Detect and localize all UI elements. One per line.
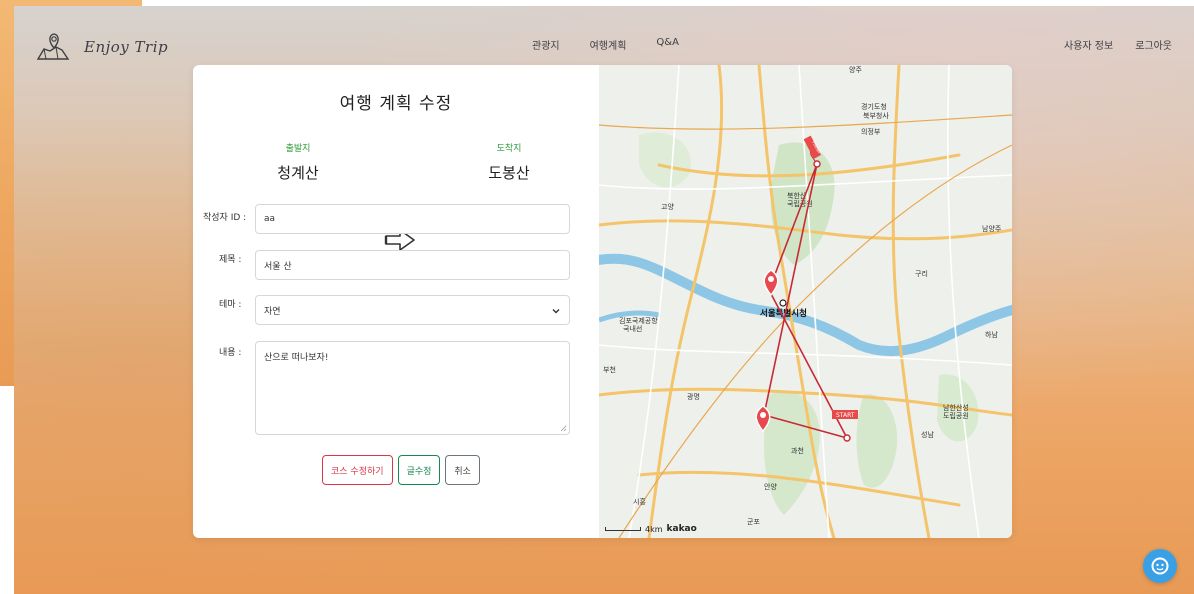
start-name: 청계산 [277,164,319,182]
plan-edit-card: 여행 계획 수정 출발지 청계산 도착지 도봉산 작성자 ID : aa 제목 … [193,65,1012,538]
map-label-yangju: 양주 [849,66,862,74]
map-pin-logo-icon [36,33,70,60]
content-value: 산으로 떠나보자! [264,353,329,363]
scale-text: 4km [645,524,663,534]
kakao-map[interactable]: 양주 경기도청 북부청사 의정부 고양 북한산 국립공원 남양주 구리 하남 김… [599,65,1012,538]
form-buttons: 코스 수정하기 글수정 취소 [193,455,599,485]
title-field[interactable]: 서울 산 [255,250,570,280]
user-nav: 사용자 정보 로그아웃 [1064,37,1172,52]
theme-value: 자연 [264,306,281,317]
kakao-logo: kakao [666,524,697,534]
start-flag-icon: START [832,410,858,419]
map-label-gyeonggi-sub: 북부청사 [863,111,889,120]
map-label-seongnam: 성남 [921,430,934,439]
resize-handle-icon[interactable] [559,424,567,432]
map-label-anyang: 안양 [764,482,777,491]
nav-qna[interactable]: Q&A [656,37,679,52]
map-label-siheung: 시흥 [633,497,646,506]
theme-select[interactable]: 자연 [255,295,570,325]
main-nav: 관광지 여행계획 Q&A [532,37,679,52]
map-label-airport: 김포국제공항 [619,316,658,325]
title-label: 제목 : [219,255,242,265]
map-label-gyeonggi: 경기도청 [861,102,887,111]
start-tag: START [836,412,855,419]
map-view[interactable]: 양주 경기도청 북부청사 의정부 고양 북한산 국립공원 남양주 구리 하남 김… [599,65,1012,538]
theme-label: 테마 : [219,300,242,310]
start-point[interactable] [843,434,851,442]
app-name: Enjoy Trip [84,38,169,56]
user-info-link[interactable]: 사용자 정보 [1064,37,1113,52]
author-label: 작성자 ID : [203,213,247,223]
map-label-namyangju: 남양주 [982,224,1002,233]
content-textarea[interactable]: 산으로 떠나보자! [255,341,570,435]
map-label-hanam: 하남 [985,330,998,339]
chat-button[interactable] [1143,549,1177,583]
route-start: 출발지 청계산 [253,141,343,183]
end-label: 도착지 [496,144,522,154]
end-name: 도봉산 [488,164,530,182]
edit-post-button[interactable]: 글수정 [397,455,441,485]
page-title: 여행 계획 수정 [339,94,453,114]
cancel-button[interactable]: 취소 [445,455,480,485]
map-scale: 4km kakao [605,524,697,534]
content-label: 내용 : [219,348,242,358]
start-label: 출발지 [285,144,311,154]
logout-link[interactable]: 로그아웃 [1135,37,1172,52]
chevron-down-icon [552,309,560,314]
finish-point[interactable] [813,160,821,168]
chat-bot-icon [1151,557,1169,575]
author-id-field[interactable]: aa [255,204,570,234]
map-label-uijeongbu: 의정부 [861,127,881,136]
scale-bar [605,527,641,531]
map-label-gunpo: 군포 [747,518,760,526]
map-label-bucheon: 부천 [603,365,616,374]
map-label-goyang: 고양 [661,203,674,211]
map-label-namhansan: 남한산성 [943,403,969,412]
map-label-guri: 구리 [915,269,928,278]
map-label-gwangmyeong: 광명 [687,392,700,401]
nav-tourist-spots[interactable]: 관광지 [532,37,560,52]
map-label-namhansan-sub: 도립공원 [943,411,969,420]
edit-course-button[interactable]: 코스 수정하기 [322,455,393,485]
map-label-airport-sub: 국내선 [623,324,642,333]
nav-travel-plan[interactable]: 여행계획 [590,37,627,52]
plan-edit-form: 여행 계획 수정 출발지 청계산 도착지 도봉산 작성자 ID : aa 제목 … [193,65,599,538]
title-value: 서울 산 [264,261,292,272]
author-id-value: aa [264,214,276,224]
city-hall-dot [779,299,787,307]
route-end: 도착지 도봉산 [464,141,554,183]
logo[interactable]: Enjoy Trip [36,32,168,62]
map-label-gwacheon: 과천 [791,446,804,455]
